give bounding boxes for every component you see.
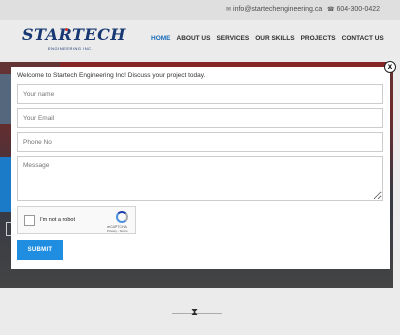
name-input[interactable] [17, 84, 383, 104]
close-icon[interactable]: x [384, 61, 396, 73]
recaptcha-widget: I'm not a robot reCAPTCHA Privacy - Term… [17, 206, 136, 234]
recaptcha-icon [116, 211, 128, 223]
recaptcha-terms[interactable]: Privacy - Terms [107, 229, 128, 233]
phone-input[interactable] [17, 132, 383, 152]
recaptcha-checkbox[interactable] [24, 215, 35, 226]
contact-modal: Welcome to Startech Engineering Inc! Dis… [11, 67, 390, 269]
recaptcha-label: I'm not a robot [40, 217, 75, 223]
email-input[interactable] [17, 108, 383, 128]
message-textarea[interactable] [17, 156, 383, 201]
modal-welcome-text: Welcome to Startech Engineering Inc! Dis… [17, 72, 206, 79]
submit-button[interactable]: SUBMIT [17, 240, 63, 260]
